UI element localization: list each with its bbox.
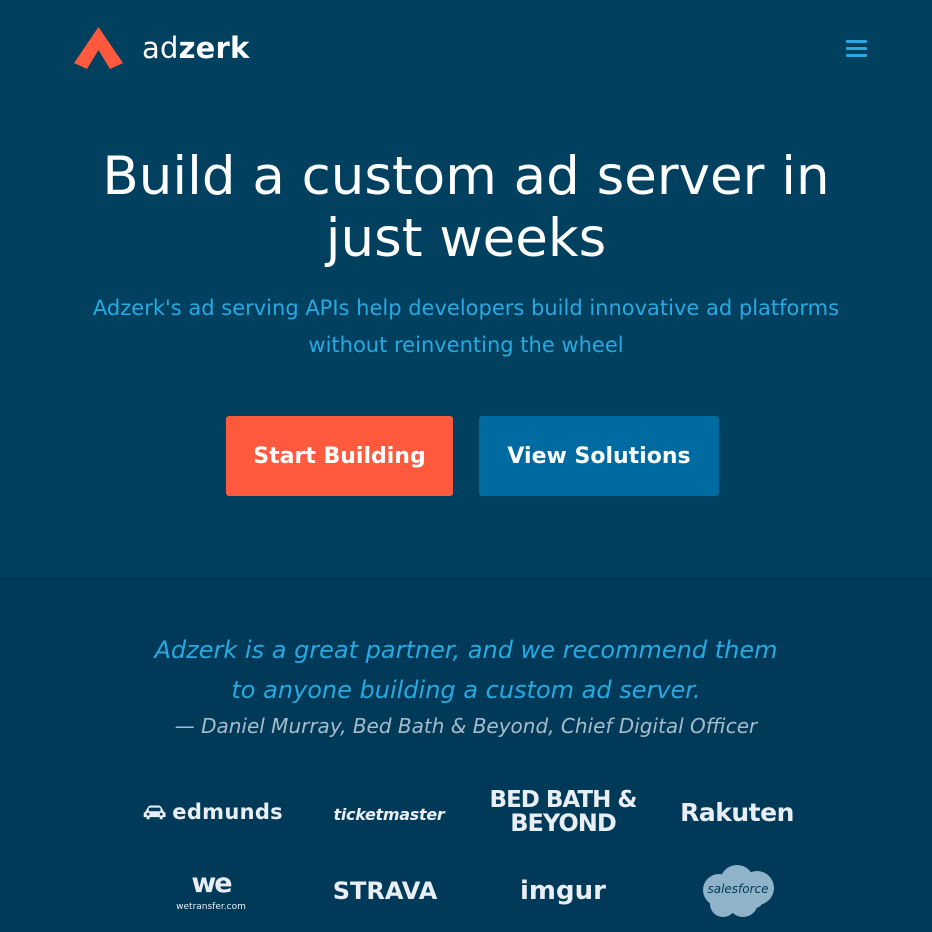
testimonial-quote-line1: Adzerk is a great partner, and we recomm…	[154, 636, 778, 664]
rakuten-logo: Rakuten	[680, 797, 794, 827]
brand-wordmark-light: ad	[142, 30, 179, 65]
hero-subhead: Adzerk's ad serving APIs help developers…	[66, 290, 866, 364]
hero-headline: Build a custom ad server in just weeks	[60, 146, 872, 270]
salesforce-wordmark: salesforce	[707, 882, 769, 896]
adzerk-chevron-logo-icon	[74, 27, 123, 69]
testimonial-attribution: — Daniel Murray, Bed Bath & Beyond, Chie…	[174, 714, 758, 738]
hero-section	[0, 0, 932, 577]
wetransfer-logo: we wetransfer.com	[176, 870, 246, 914]
wetransfer-mark: we	[191, 868, 232, 899]
hero-headline-line1: Build a custom ad server in	[102, 146, 830, 207]
hero-subhead-line1: Adzerk's ad serving APIs help developers…	[92, 296, 840, 320]
brand-wordmark: adzerk	[142, 30, 250, 65]
strava-logo: STRAVA	[332, 877, 438, 905]
view-solutions-button[interactable]: View Solutions	[479, 416, 719, 496]
hero-headline-line2: just weeks	[325, 208, 607, 269]
ticketmaster-logo: ticketmaster	[333, 804, 445, 824]
car-icon	[143, 805, 166, 820]
wetransfer-url: wetransfer.com	[176, 902, 246, 912]
hamburger-menu-icon[interactable]	[844, 38, 870, 58]
brand-wordmark-bold: zerk	[178, 30, 250, 65]
testimonial-quote: Adzerk is a great partner, and we recomm…	[100, 630, 832, 710]
bed-bath-beyond-logo: BED BATH & BEYOND	[487, 787, 639, 837]
start-building-button[interactable]: Start Building	[226, 416, 453, 496]
bbb-line2: BEYOND	[510, 809, 617, 837]
imgur-logo: imgur	[520, 876, 606, 906]
hero-subhead-line2: without reinventing the wheel	[308, 333, 624, 357]
edmunds-wordmark: edmunds	[172, 800, 283, 824]
testimonial-quote-line2: to anyone building a custom ad server.	[231, 676, 701, 704]
adzerk-logo[interactable]: adzerk	[74, 27, 250, 69]
salesforce-logo: salesforce	[697, 864, 779, 920]
edmunds-logo: edmunds	[143, 795, 283, 829]
